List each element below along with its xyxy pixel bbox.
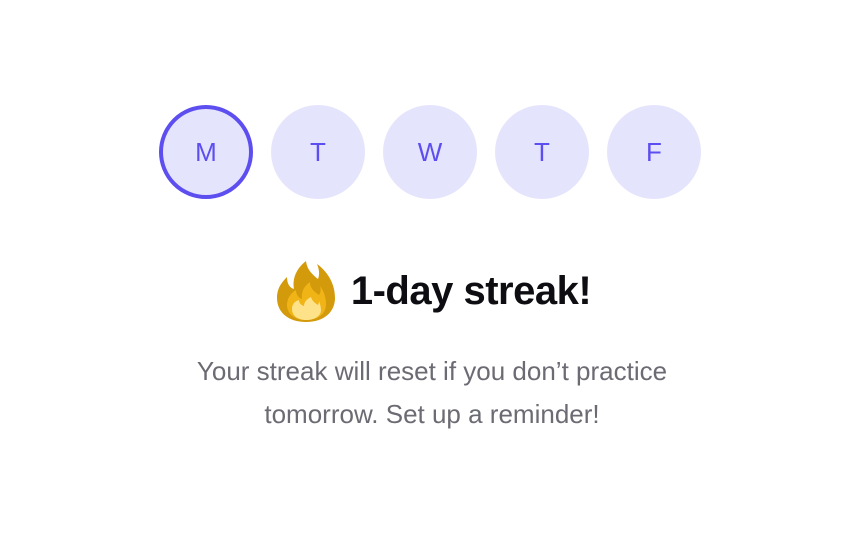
streak-title: 1-day streak! (350, 268, 592, 313)
fire-icon (276, 261, 335, 322)
day-thursday[interactable]: T (495, 105, 589, 199)
message-line-1: Your streak will reset if you don’t prac… (196, 356, 668, 386)
day-label: W (417, 136, 443, 167)
day-label: T (534, 136, 550, 167)
day-label: T (310, 136, 326, 167)
streak-heading: 1-day streak! (0, 258, 864, 324)
day-monday[interactable]: M (159, 105, 253, 199)
streak-screen: M T W T F 1-day streak! Your streak will… (0, 0, 864, 540)
day-label: F (646, 136, 662, 167)
day-label: M (195, 136, 217, 167)
day-wednesday[interactable]: W (383, 105, 477, 199)
message-line-2: tomorrow. Set up a reminder! (264, 399, 600, 429)
day-friday[interactable]: F (607, 105, 701, 199)
reminder-message: Your streak will reset if you don’t prac… (132, 350, 732, 436)
day-tuesday[interactable]: T (271, 105, 365, 199)
weekday-tracker: M T W T F (159, 105, 701, 199)
